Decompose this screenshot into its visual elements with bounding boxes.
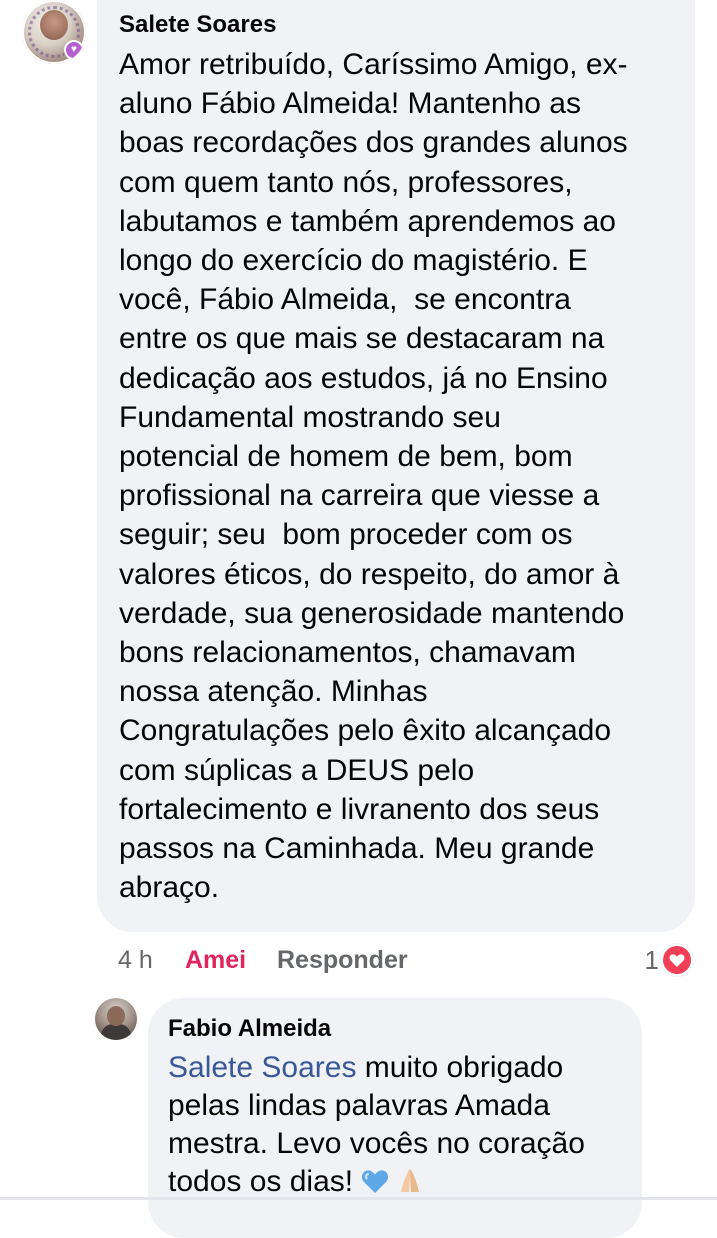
comment-text-line: valores éticos, do respeito, do amor à: [119, 557, 620, 591]
comment-text-line: passos na Caminhada. Meu grande: [119, 832, 595, 866]
comment-text-line: você, Fábio Almeida, se encontra: [119, 283, 571, 317]
comment-text-line: Fundamental mostrando seu: [119, 400, 501, 434]
heart-icon: [661, 944, 693, 976]
avatar-face: [40, 10, 68, 40]
comment-text-line: bons relacionamentos, chamavam: [119, 636, 576, 670]
comment-text-line: boas recordações dos grandes alunos: [119, 126, 628, 160]
fabio-almeida-avatar[interactable]: [95, 998, 137, 1040]
comment-text-line: com quem tanto nós, professores,: [119, 165, 573, 199]
folded-hands-icon: [400, 1169, 419, 1192]
comment-text-line: Amor retribuído, Caríssimo Amigo, ex-: [119, 48, 628, 81]
comment-text-line: aluno Fábio Almeida! Mantenho as: [119, 87, 581, 121]
comment-text-line: com súplicas a DEUS pelo: [119, 753, 475, 787]
blue-heart-icon: [362, 1170, 389, 1193]
comment-actions-row: 4 h Amei Responder 1: [118, 940, 698, 980]
comment-bubble: Salete Soares Amor retribuído, Caríssimo…: [97, 0, 695, 932]
comment-text: Amor retribuído, Caríssimo Amigo, ex-alu…: [119, 45, 671, 907]
reaction-button[interactable]: Amei: [185, 940, 246, 980]
avatar-face: [107, 1006, 125, 1026]
comment-text-line: fortalecimento e livranento dos seus: [119, 792, 600, 826]
purple-heart-badge-icon: ♥: [64, 40, 84, 60]
reply-text: Salete Soares muito obrigado pelas linda…: [168, 1049, 622, 1201]
avatar-body: [101, 1024, 131, 1040]
comment-text-line: verdade, sua generosidade mantendo: [119, 596, 625, 630]
comment-text-line: dedicação aos estudos, já no Ensino: [119, 361, 608, 395]
reply-author-name[interactable]: Fabio Almeida: [168, 1014, 622, 1044]
comment-text-line: labutamos e também aprendemos ao: [119, 204, 616, 238]
comment-timestamp[interactable]: 4 h: [118, 940, 153, 980]
comment-text-line: seguir; seu bom proceder com os: [119, 518, 573, 552]
comment-text-line: Congratulações pelo êxito alcançado: [119, 714, 611, 748]
comment-author-name[interactable]: Salete Soares: [119, 10, 671, 40]
reply-bubble: Fabio Almeida Salete Soares muito obriga…: [148, 998, 642, 1238]
mention-link[interactable]: Salete Soares: [168, 1051, 356, 1084]
reaction-count: 1: [644, 945, 659, 975]
comment-text-line: longo do exercício do magistério. E: [119, 244, 588, 278]
reply-button[interactable]: Responder: [277, 940, 408, 980]
comment-text-line: abraço.: [119, 871, 220, 905]
salete-soares-avatar[interactable]: ♥: [22, 0, 86, 64]
comment-text-line: entre os que mais se destacaram na: [119, 322, 605, 356]
comment-text-line: potencial de homem de bem, bom: [119, 440, 573, 474]
comment-text-line: nossa atenção. Minhas: [119, 675, 428, 709]
comment-text-line: profissional na carreira que viesse a: [119, 479, 600, 513]
reaction-summary[interactable]: 1: [645, 940, 693, 980]
